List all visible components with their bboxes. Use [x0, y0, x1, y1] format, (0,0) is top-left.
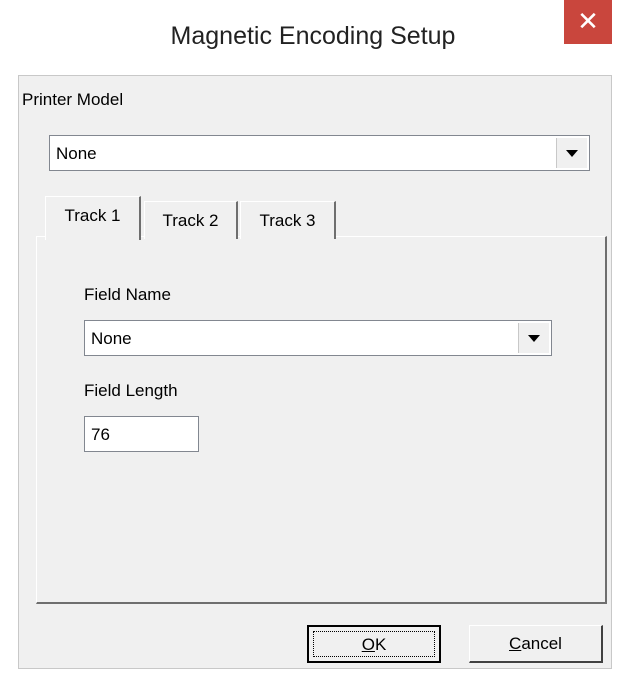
- tab-track-1[interactable]: Track 1: [45, 196, 141, 240]
- tab-track-3[interactable]: Track 3: [240, 201, 336, 239]
- field-length-value: 76: [91, 425, 110, 444]
- tab-track-2-label: Track 2: [162, 211, 219, 230]
- tab-track-2[interactable]: Track 2: [144, 201, 238, 239]
- tab-track-3-label: Track 3: [259, 211, 316, 230]
- field-length-label: Field Length: [84, 381, 178, 400]
- field-length-input[interactable]: 76: [84, 416, 199, 452]
- close-button[interactable]: ✕: [564, 0, 612, 44]
- printer-model-value: None: [56, 144, 97, 163]
- field-name-label: Field Name: [84, 285, 171, 304]
- chevron-down-icon: [528, 334, 540, 342]
- ok-button[interactable]: OK: [307, 625, 441, 663]
- printer-model-dropdown-button[interactable]: [556, 138, 587, 168]
- field-name-dropdown-button[interactable]: [518, 323, 549, 353]
- cancel-button-label: Cancel: [509, 634, 562, 653]
- window-title: Magnetic Encoding Setup: [170, 22, 456, 50]
- title-bar[interactable]: Magnetic Encoding Setup ✕: [0, 0, 626, 75]
- focus-rectangle: [313, 631, 435, 657]
- tab-track-1-label: Track 1: [64, 206, 121, 225]
- field-name-dropdown[interactable]: None: [84, 320, 552, 356]
- dialog-window: Magnetic Encoding Setup ✕ Printer Model …: [0, 0, 626, 684]
- cancel-button[interactable]: Cancel: [469, 625, 603, 663]
- printer-model-label: Printer Model: [22, 90, 124, 109]
- printer-model-dropdown[interactable]: None: [49, 135, 590, 171]
- close-icon: ✕: [577, 7, 599, 37]
- chevron-down-icon: [566, 149, 578, 157]
- field-name-value: None: [91, 329, 132, 348]
